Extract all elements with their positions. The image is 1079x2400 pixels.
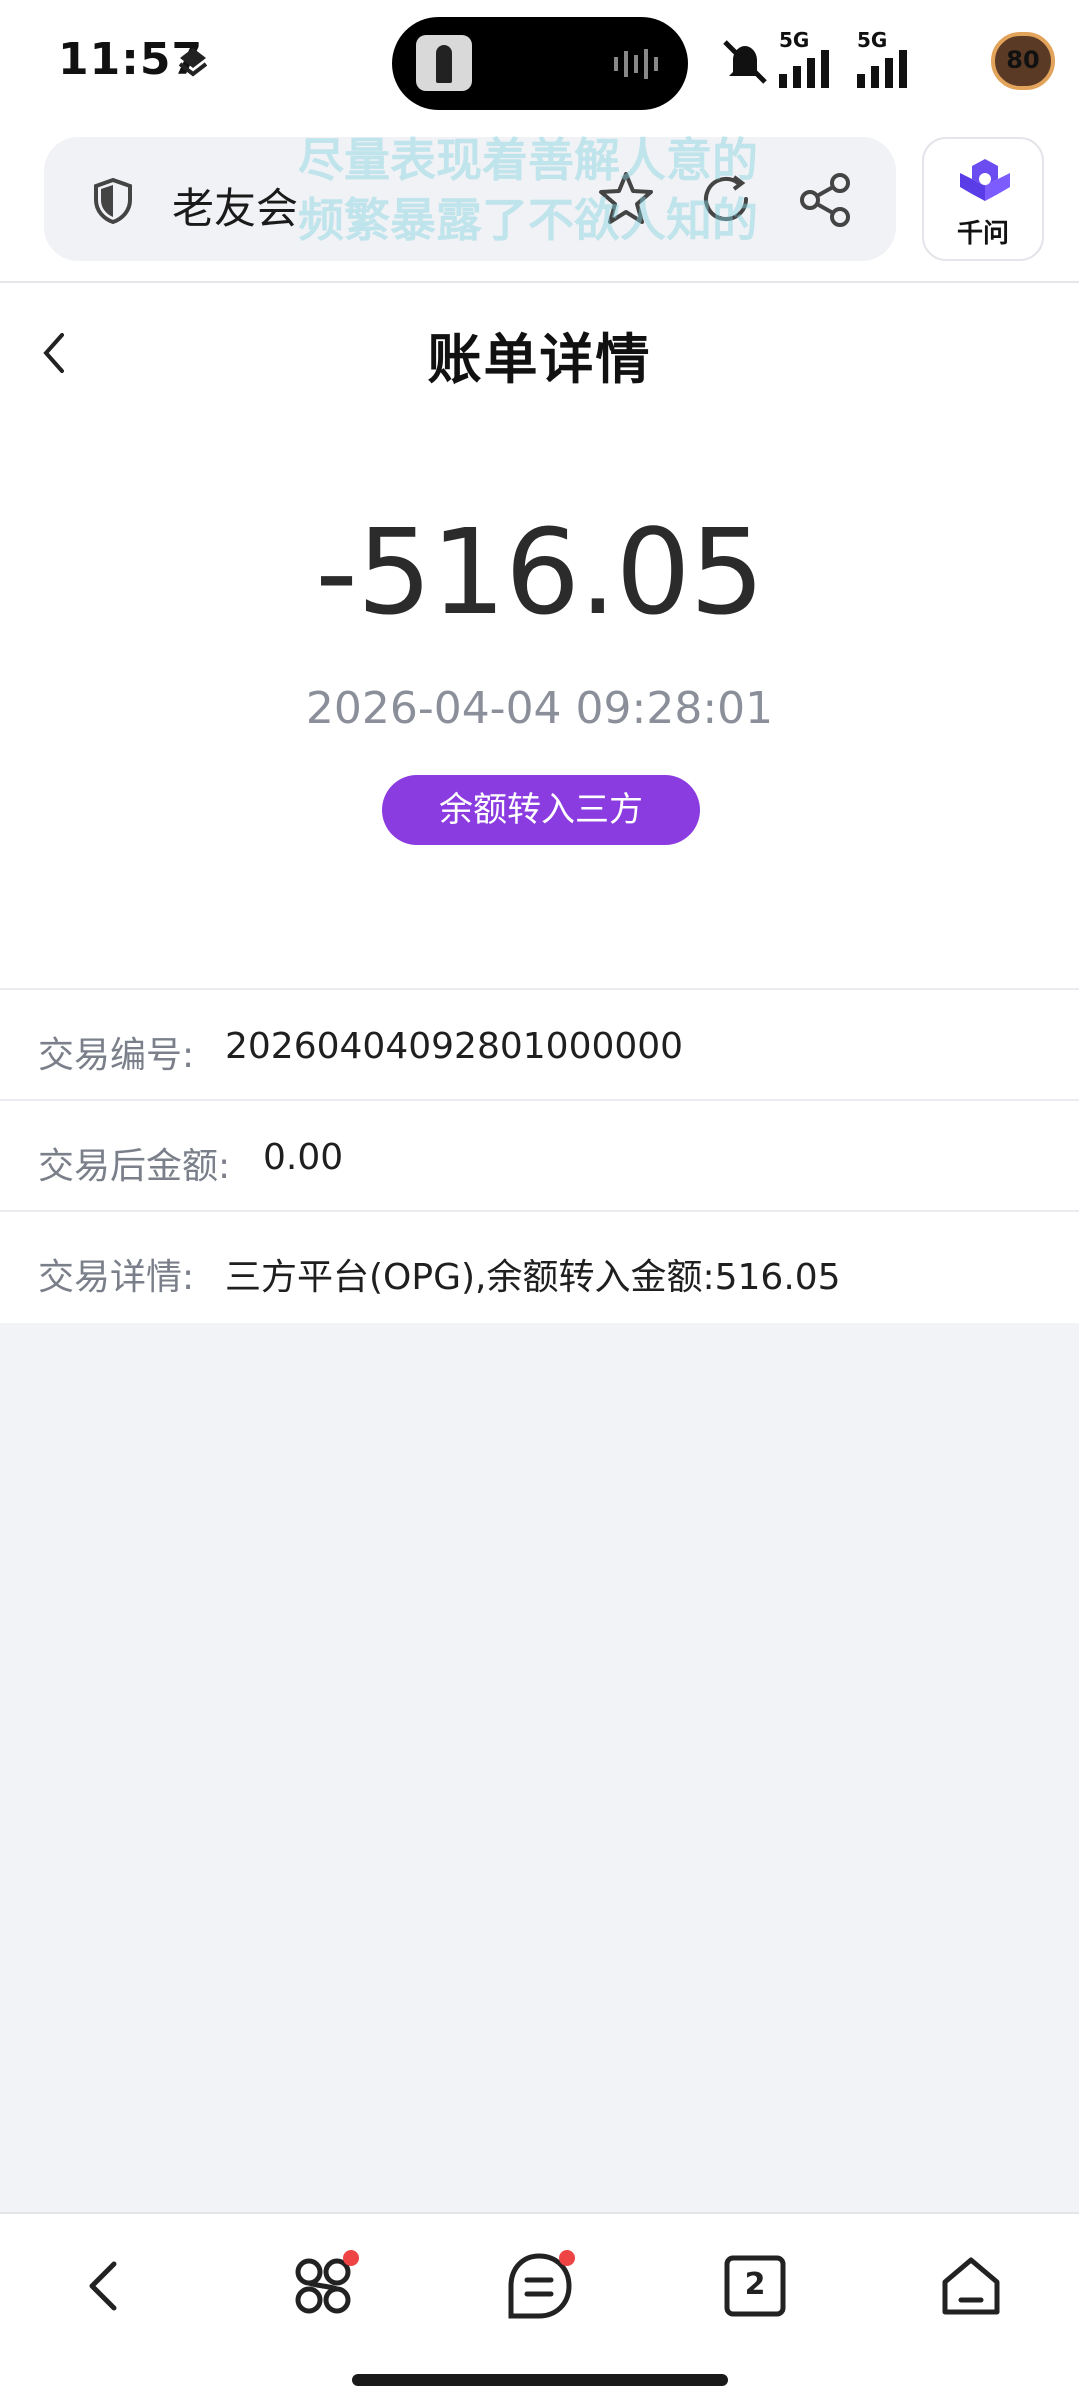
detail-label: 交易编号: (38, 1035, 195, 1076)
home-indicator[interactable] (352, 2374, 728, 2386)
shield-icon[interactable] (92, 177, 134, 225)
browser-toolbar: 老友会 尽量表现着善解人意的 频繁暴露了不欲人知的 千问 (0, 125, 1079, 283)
share-icon[interactable] (796, 171, 854, 229)
detail-value: 20260404092801000000 (225, 1026, 684, 1067)
dynamic-island[interactable] (392, 17, 688, 110)
page-title: 账单详情 (427, 328, 652, 391)
detail-row-balance-after: 交易后金额: 0.00 (0, 1101, 1079, 1210)
bookmark-star-icon[interactable] (596, 169, 656, 229)
back-icon[interactable] (70, 2250, 142, 2322)
qianwen-label: 千问 (956, 219, 1009, 249)
location-arrow-icon (178, 48, 208, 77)
detail-label: 交易详情: (38, 1257, 195, 1298)
mute-bell-icon (723, 40, 767, 84)
home-icon[interactable] (935, 2250, 1007, 2322)
transaction-amount: -516.05 (315, 503, 764, 641)
apps-notification-dot (343, 2250, 359, 2266)
qianwen-logo-icon (960, 159, 1010, 201)
address-bar[interactable]: 老友会 (44, 137, 896, 261)
audio-wave-icon (614, 49, 658, 79)
detail-value: 三方平台(OPG),余额转入金额:516.05 (225, 1257, 841, 1298)
bill-detail-page: 账单详情 -516.05 2026-04-04 09:28:01 余额转入三方 … (0, 283, 1079, 1323)
detail-row-transaction-detail: 交易详情: 三方平台(OPG),余额转入金额:516.05 (0, 1212, 1079, 1321)
battery-level: 80 (1006, 46, 1040, 74)
detail-value: 0.00 (263, 1137, 344, 1178)
battery-indicator: 80 (991, 32, 1055, 90)
qianwen-assistant-button[interactable]: 千问 (922, 137, 1044, 261)
tab-count: 2 (744, 2267, 766, 2302)
detail-row-transaction-id: 交易编号: 20260404092801000000 (0, 990, 1079, 1099)
signal-icon-1 (779, 50, 829, 88)
transaction-datetime: 2026-04-04 09:28:01 (305, 683, 774, 734)
browser-bottom-nav: 2 (0, 2212, 1079, 2400)
site-title[interactable]: 老友会 (172, 175, 298, 236)
tabs-button[interactable]: 2 (719, 2250, 791, 2322)
reload-icon[interactable] (698, 171, 754, 227)
media-artwork (416, 35, 472, 91)
transaction-type-badge: 余额转入三方 (382, 775, 700, 845)
status-bar: 11:57 5G 5G 80 (0, 0, 1079, 125)
signal-icon-2 (857, 50, 907, 88)
menu-notification-dot (559, 2250, 575, 2266)
detail-label: 交易后金额: (38, 1146, 231, 1187)
